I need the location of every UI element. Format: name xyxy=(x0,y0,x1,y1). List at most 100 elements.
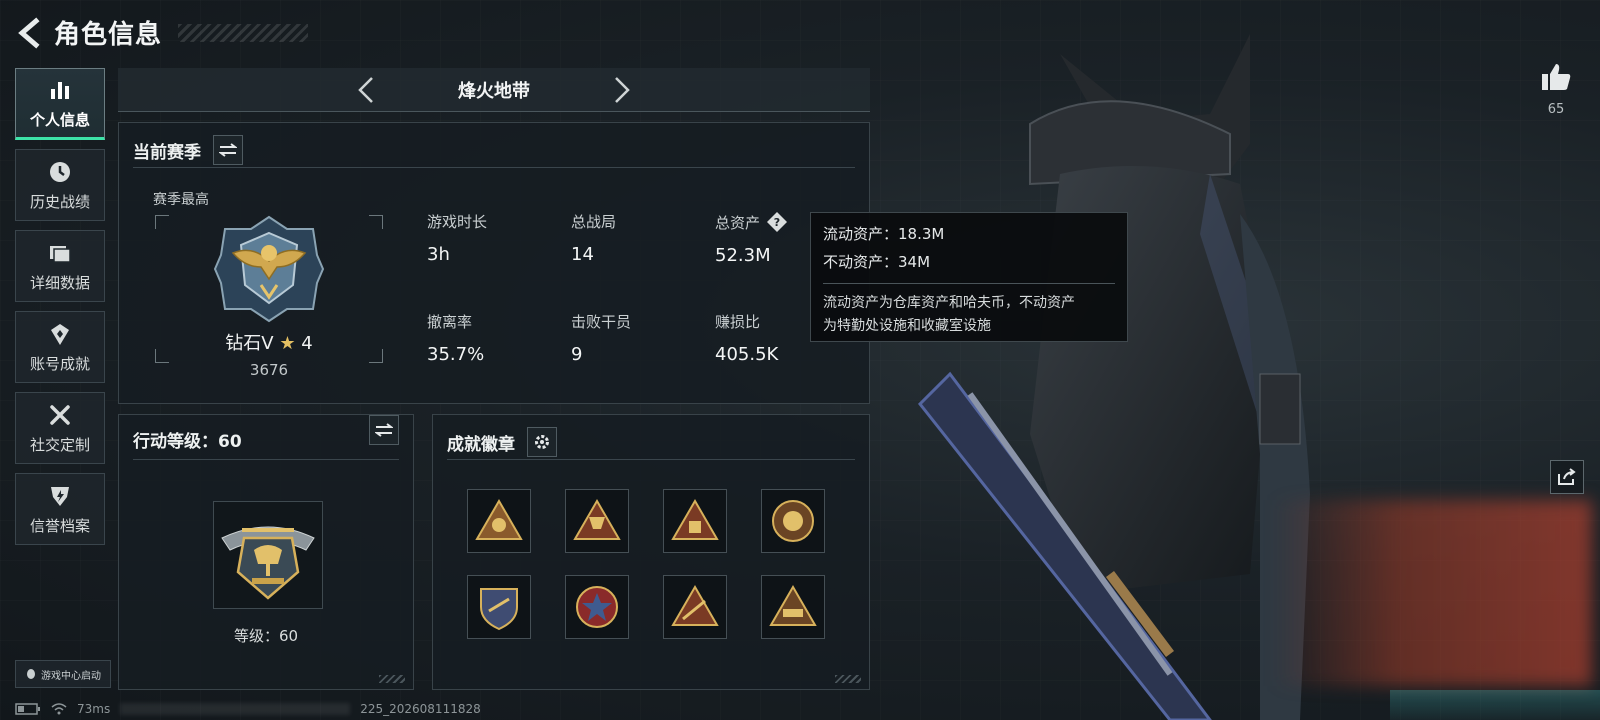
page-title: 角色信息 xyxy=(54,20,163,50)
blurred-overlay xyxy=(1272,500,1592,686)
stat-total-assets: 总资产 ? 52.3M xyxy=(715,211,788,266)
back-arrow-icon[interactable] xyxy=(14,16,44,50)
page-header: 角色信息 xyxy=(14,14,309,51)
sidebar-item-credit[interactable]: 信誉档案 xyxy=(15,473,105,545)
stat-kills: 击败干员 9 xyxy=(571,313,632,365)
thumbs-up-icon xyxy=(1542,64,1571,90)
diamond-rank-badge-icon xyxy=(213,215,325,323)
sidebar-item-label: 信誉档案 xyxy=(29,516,90,535)
credit-icon xyxy=(51,486,69,506)
game-center-button[interactable]: 游戏中心启动 xyxy=(15,660,111,688)
achievement-badges-panel: 成就徽章 xyxy=(432,414,870,690)
trophy-triangle-badge-icon xyxy=(573,499,621,540)
battery-icon xyxy=(15,703,40,715)
sidebar-item-label: 详细数据 xyxy=(29,273,90,292)
stat-extract-rate: 撤离率 35.7% xyxy=(427,313,485,365)
sidebar-item-label: 历史战绩 xyxy=(29,192,90,211)
session-id: 225_20260811182​8 xyxy=(360,702,481,716)
stat-play-time: 游戏时长 3h xyxy=(427,213,488,265)
share-button[interactable] xyxy=(1550,460,1584,494)
round-emblem-badge-icon xyxy=(772,500,814,542)
floor-glow xyxy=(1390,690,1600,720)
rifle-triangle-badge-icon xyxy=(671,585,719,626)
shield-badge-icon xyxy=(480,588,518,631)
switch-season-button[interactable] xyxy=(213,135,243,165)
history-icon xyxy=(50,161,70,182)
season-panel-header: 当前赛季 xyxy=(133,135,243,165)
assets-description-line1: 流动资产为仓库资产和哈夫币，不动资产 xyxy=(823,295,1075,311)
divider xyxy=(133,167,855,168)
stat-profit-ratio: 赚损比 405.5K xyxy=(715,313,779,365)
mode-selector: 烽火地带 xyxy=(118,68,870,112)
like-count: 65 xyxy=(1547,102,1565,117)
status-bar: 73ms 225_20260811182​8 xyxy=(15,700,615,718)
level-panel-header: 行动等级：60 xyxy=(133,427,242,452)
achievement-badge[interactable] xyxy=(565,575,629,639)
switch-level-button[interactable] xyxy=(369,415,399,445)
corner-decoration xyxy=(379,675,405,683)
tools-icon xyxy=(50,404,70,425)
achievement-badge[interactable] xyxy=(467,489,531,553)
folder-icon xyxy=(50,245,71,263)
rank-name: 钻石V ★ 4 xyxy=(225,333,313,354)
star-emblem-badge-icon xyxy=(576,586,618,628)
liquid-assets: 流动资产：18.3M xyxy=(823,225,945,243)
level-title: 行动等级：60 xyxy=(133,432,242,452)
level-badge-frame xyxy=(213,501,323,609)
achievement-badge[interactable] xyxy=(761,489,825,553)
swap-icon xyxy=(219,143,237,157)
gear-icon xyxy=(535,435,549,449)
divider xyxy=(133,459,399,460)
assets-description-line2: 为特勤处设施和收藏室设施 xyxy=(823,318,991,334)
sidebar-item-history[interactable]: 历史战绩 xyxy=(15,149,105,221)
sidebar-item-social[interactable]: 社交定制 xyxy=(15,392,105,464)
assets-tooltip: 流动资产：18.3M 不动资产：34M 流动资产为仓库资产和哈夫币，不动资产 为… xyxy=(810,212,1128,342)
achievement-badge[interactable] xyxy=(761,575,825,639)
level-caption: 等级：60 xyxy=(233,627,299,645)
svg-text:?: ? xyxy=(774,216,780,229)
like-button[interactable]: 65 xyxy=(1536,62,1576,117)
divider xyxy=(447,459,855,460)
sidebar-item-label: 社交定制 xyxy=(29,435,90,454)
badges-panel-header: 成就徽章 xyxy=(447,427,557,457)
achievement-badge[interactable] xyxy=(467,575,531,639)
next-mode-button[interactable] xyxy=(602,72,638,108)
medal-triangle-badge-icon xyxy=(475,499,523,540)
action-level-panel: 行动等级：60 等级：60 xyxy=(118,414,414,690)
rank-score: 3676 xyxy=(249,361,289,379)
share-icon xyxy=(1558,468,1576,485)
corner-decoration xyxy=(835,675,861,683)
swap-icon xyxy=(375,423,393,437)
tooltip-divider xyxy=(823,283,1115,284)
crest-triangle-badge-icon xyxy=(769,585,817,626)
achievement-badge[interactable] xyxy=(663,489,727,553)
achievement-badge[interactable] xyxy=(565,489,629,553)
season-panel: 当前赛季 赛季最高 钻石V ★ 4 3676 游戏时长 3h 总战局 14 总资… xyxy=(118,122,870,404)
game-center-label: 游戏中心启动 xyxy=(41,670,101,682)
sidebar-item-personal-info[interactable]: 个人信息 xyxy=(15,68,105,140)
ping-value: 73ms xyxy=(77,702,111,716)
prev-mode-button[interactable] xyxy=(350,72,386,108)
bar-chart-icon xyxy=(51,81,69,99)
stat-total-matches: 总战局 14 xyxy=(571,213,617,265)
achievement-badge[interactable] xyxy=(663,575,727,639)
sidebar-item-detailed-data[interactable]: 详细数据 xyxy=(15,230,105,302)
helicopter-level-badge-icon xyxy=(221,526,315,600)
season-best-label: 赛季最高 xyxy=(153,192,209,208)
mode-name: 烽火地带 xyxy=(458,80,530,102)
rank-stars: 4 xyxy=(301,333,313,354)
sidebar-item-label: 账号成就 xyxy=(29,354,90,373)
achievement-icon xyxy=(51,323,69,345)
sidebar-item-achievements[interactable]: 账号成就 xyxy=(15,311,105,383)
season-title: 当前赛季 xyxy=(133,142,201,163)
title-decoration xyxy=(178,23,309,42)
badges-title: 成就徽章 xyxy=(447,434,515,455)
help-icon[interactable]: ? xyxy=(766,211,788,233)
fixed-assets: 不动资产：34M xyxy=(823,253,931,271)
badge-settings-button[interactable] xyxy=(527,427,557,457)
rank-frame: 钻石V ★ 4 xyxy=(155,215,383,363)
penguin-icon xyxy=(27,669,35,679)
sidebar-item-label: 个人信息 xyxy=(29,110,90,129)
box-triangle-badge-icon xyxy=(671,499,719,540)
blurred-player-id xyxy=(120,703,351,715)
